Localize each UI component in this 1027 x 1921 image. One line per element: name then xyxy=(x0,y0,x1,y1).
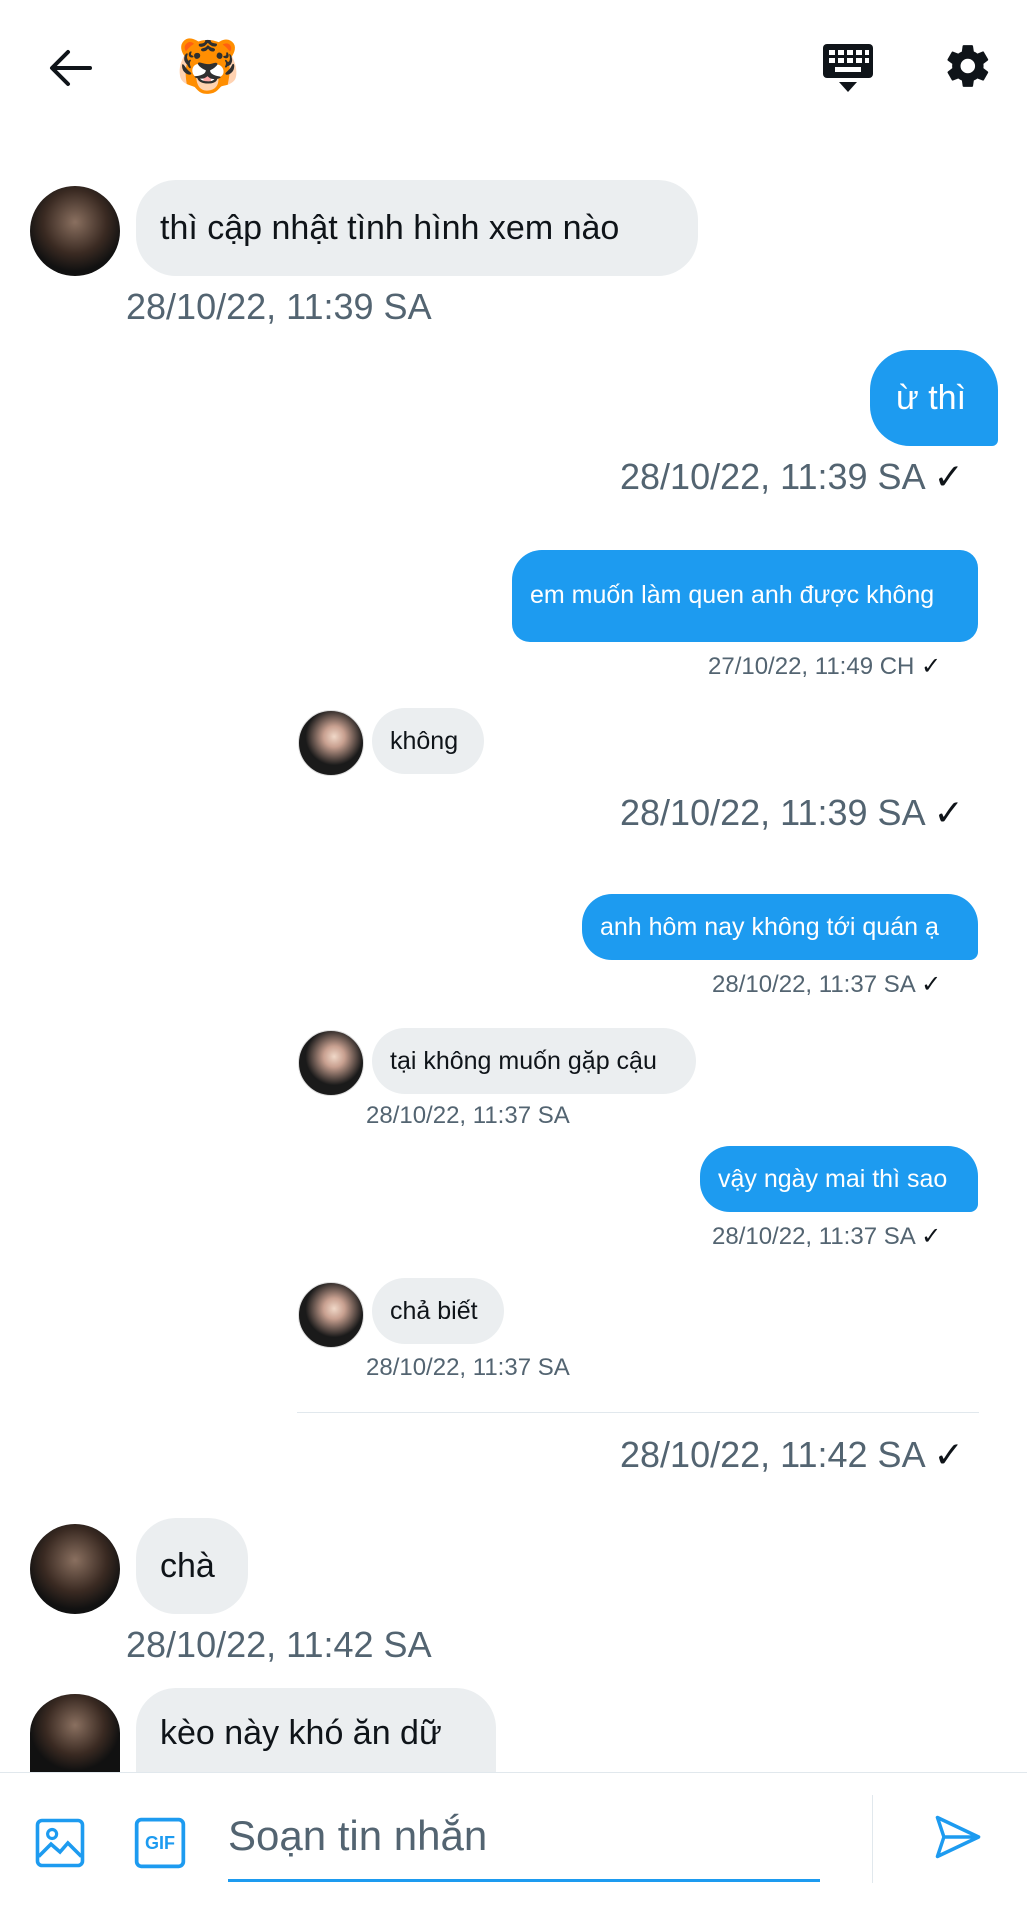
message-timestamp: 28/10/22, 11:37 SA ✓ xyxy=(712,1223,942,1250)
embedded-message-received: chả biết xyxy=(372,1278,504,1344)
message-timestamp: 28/10/22, 11:37 SA xyxy=(366,1354,570,1381)
divider xyxy=(872,1795,873,1883)
keyboard-icon[interactable] xyxy=(812,36,884,100)
gear-icon[interactable] xyxy=(936,34,1000,98)
sent-check-icon: ✓ xyxy=(933,792,964,833)
message-text: chả biết xyxy=(390,1296,478,1325)
message-composer: GIF Soạn tin nhắn xyxy=(0,1772,1027,1921)
message-text: vậy ngày mai thì sao xyxy=(718,1164,948,1193)
sender-avatar[interactable] xyxy=(30,1524,120,1614)
sender-avatar xyxy=(298,1030,364,1096)
embedded-message-sent: anh hôm nay không tới quán ạ xyxy=(582,894,978,960)
message-timestamp: 28/10/22, 11:37 SA ✓ xyxy=(712,971,942,998)
back-arrow-icon[interactable] xyxy=(38,36,102,100)
send-icon[interactable] xyxy=(928,1807,988,1867)
sender-avatar[interactable] xyxy=(30,1694,120,1772)
embedded-message-sent: em muốn làm quen anh được không xyxy=(512,550,978,642)
image-icon[interactable] xyxy=(30,1813,90,1873)
sender-avatar[interactable] xyxy=(30,186,120,276)
message-timestamp: 27/10/22, 11:49 CH ✓ xyxy=(708,653,942,680)
sent-check-icon: ✓ xyxy=(921,1223,942,1250)
message-text: tại không muốn gặp cậu xyxy=(390,1046,657,1075)
message-input[interactable]: Soạn tin nhắn xyxy=(228,1793,820,1882)
input-placeholder: Soạn tin nhắn xyxy=(228,1812,488,1859)
message-timestamp: 28/10/22, 11:42 SA ✓ xyxy=(620,1434,964,1475)
sent-check-icon: ✓ xyxy=(933,1434,964,1475)
message-text: chà xyxy=(160,1546,215,1585)
gif-label: GIF xyxy=(145,1832,175,1853)
embedded-message-received: không xyxy=(372,708,484,774)
gif-icon[interactable]: GIF xyxy=(130,1813,190,1873)
sender-avatar xyxy=(298,710,364,776)
message-timestamp: 28/10/22, 11:37 SA xyxy=(366,1102,570,1129)
message-text: ừ thì xyxy=(896,378,967,417)
message-bubble-received[interactable]: thì cập nhật tình hình xem nào xyxy=(136,180,698,276)
sent-check-icon: ✓ xyxy=(921,971,942,998)
divider xyxy=(297,1412,979,1413)
message-text: kèo này khó ăn dữ xyxy=(160,1714,442,1752)
message-bubble-sent[interactable]: ừ thì xyxy=(870,350,998,446)
message-text: không xyxy=(390,726,459,755)
message-bubble-received[interactable]: chà xyxy=(136,1518,248,1614)
conversation-avatar[interactable]: 🐯 xyxy=(172,30,244,102)
embedded-message-received: tại không muốn gặp cậu xyxy=(372,1028,696,1094)
message-timestamp: 28/10/22, 11:42 SA xyxy=(126,1624,432,1665)
chat-header: 🐯 xyxy=(0,0,1027,130)
message-timestamp: 28/10/22, 11:39 SA xyxy=(126,286,432,327)
message-timestamp: 28/10/22, 11:39 SA ✓ xyxy=(620,456,964,497)
sent-check-icon: ✓ xyxy=(933,456,964,497)
embedded-message-sent: vậy ngày mai thì sao xyxy=(700,1146,978,1212)
message-bubble-received[interactable]: kèo này khó ăn dữ xyxy=(136,1688,496,1772)
sender-avatar xyxy=(298,1282,364,1348)
message-text: thì cập nhật tình hình xem nào xyxy=(160,208,620,247)
message-timestamp: 28/10/22, 11:39 SA ✓ xyxy=(620,792,964,833)
sent-check-icon: ✓ xyxy=(921,653,942,680)
message-text: em muốn làm quen anh được không xyxy=(530,581,935,610)
message-text: anh hôm nay không tới quán ạ xyxy=(600,912,939,941)
